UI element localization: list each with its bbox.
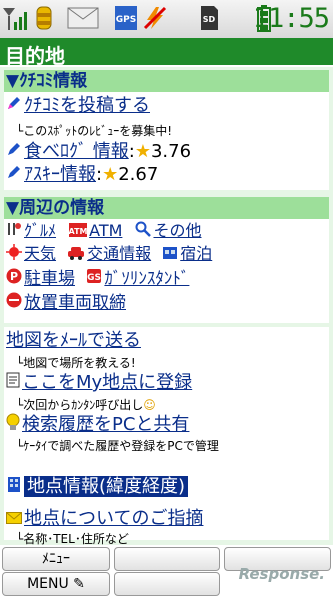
- parking-link[interactable]: 駐車場: [24, 269, 75, 289]
- page-title: 目的地: [5, 44, 65, 68]
- mail-icon: [6, 508, 22, 530]
- svg-text:SD: SD: [203, 15, 216, 24]
- info-row[interactable]: 地点情報(緯度経度): [6, 475, 189, 499]
- ascii-row[interactable]: ｱｽｷｰ情報:★2.67: [6, 164, 158, 186]
- fork-knife-icon: [6, 221, 22, 243]
- pen-icon: ✎: [68, 576, 85, 592]
- post-review-row[interactable]: ｸﾁｺﾐを投稿する: [6, 95, 150, 117]
- svg-text:GPS: GPS: [116, 15, 136, 25]
- signal-antenna-icon: [2, 4, 28, 32]
- pencil-icon: [6, 141, 22, 163]
- nearby-row-2: 天気 交通情報 宿泊: [6, 243, 212, 266]
- illegal-parking-link[interactable]: 放置車両取締: [24, 293, 126, 313]
- status-bar: GPS SD 11:55: [0, 0, 333, 39]
- svg-text:P: P: [10, 270, 18, 283]
- lodging-link[interactable]: 宿泊: [180, 244, 212, 263]
- tabelog-link[interactable]: 食べﾛｸﾞ 情報: [24, 141, 129, 162]
- sun-icon: [6, 243, 22, 266]
- ascii-link[interactable]: ｱｽｷｰ情報: [24, 164, 96, 185]
- my-spot-link[interactable]: ここをMy地点に登録: [22, 372, 192, 393]
- building-icon: [6, 475, 22, 499]
- menu-softkey[interactable]: ﾒﾆｭｰ: [2, 547, 110, 571]
- tabelog-row[interactable]: 食べﾛｸﾞ 情報:★3.76: [6, 141, 191, 163]
- other-link[interactable]: その他: [153, 221, 201, 240]
- mail-map-note: └地図で場所を教える!: [16, 356, 136, 370]
- lighthouse-icon: [34, 4, 54, 32]
- title-bar: 目的地: [0, 38, 333, 68]
- traffic-link[interactable]: 交通情報: [87, 244, 151, 263]
- nearby-row-4: 放置車両取締: [6, 292, 126, 314]
- review-section-heading: ▼ｸﾁｺﾐ情報: [4, 70, 329, 92]
- content-area: ▼ｸﾁｺﾐ情報 ｸﾁｺﾐを投稿する └このｽﾎﾟｯﾄのﾚﾋﾞｭｰを募集中! 食べ…: [0, 67, 333, 546]
- center-bottom-softkey[interactable]: [114, 572, 220, 596]
- lightbulb-icon: [6, 413, 20, 437]
- ascii-score: 2.67: [118, 164, 159, 185]
- history-row[interactable]: 検索履歴をPCと共有: [6, 413, 189, 437]
- gas-station-link[interactable]: ｶﾞｿﾘﾝｽﾀﾝﾄﾞ: [104, 269, 189, 289]
- svg-text:ATM: ATM: [69, 227, 87, 236]
- sd-card-icon: SD: [198, 4, 220, 32]
- magnifier-icon: [135, 221, 152, 243]
- mail-envelope-icon: [66, 4, 100, 32]
- watermark: Response.: [238, 565, 325, 583]
- report-row[interactable]: 地点についてのご指摘: [6, 508, 203, 530]
- gourmet-link[interactable]: ｸﾞﾙﾒ: [24, 221, 56, 240]
- report-link[interactable]: 地点についてのご指摘: [24, 508, 203, 529]
- center-softkey[interactable]: [114, 547, 220, 571]
- atm-link[interactable]: ATM: [89, 221, 122, 240]
- parking-icon: P: [6, 268, 22, 290]
- mail-map-row[interactable]: 地図をﾒｰﾙで送る: [6, 330, 141, 352]
- gps-icon: GPS: [113, 4, 139, 32]
- menu-en-softkey[interactable]: MENU ✎: [2, 572, 110, 596]
- no-flash-icon: [142, 4, 168, 32]
- star-icon: ★: [134, 141, 151, 162]
- mail-map-link[interactable]: 地図をﾒｰﾙで送る: [6, 330, 141, 351]
- nearby-row-1: ｸﾞﾙﾒ ATM ATM その他: [6, 220, 202, 243]
- nearby-row-3: P 駐車場 GS ｶﾞｿﾘﾝｽﾀﾝﾄﾞ: [6, 268, 189, 290]
- atm-icon: ATM: [69, 221, 88, 243]
- nearby-section-heading: ▼周辺の情報: [4, 197, 329, 219]
- post-review-link[interactable]: ｸﾁｺﾐを投稿する: [24, 95, 150, 116]
- hotel-icon: [162, 244, 178, 266]
- pencil-icon: [6, 95, 22, 117]
- info-link[interactable]: 地点情報(緯度経度): [24, 476, 189, 497]
- pencil-icon: [6, 164, 22, 186]
- gas-station-icon: GS: [86, 268, 102, 290]
- history-link[interactable]: 検索履歴をPCと共有: [22, 414, 189, 435]
- my-spot-row[interactable]: ここをMy地点に登録: [6, 372, 192, 394]
- weather-link[interactable]: 天気: [24, 244, 56, 263]
- history-note: └ｹｰﾀｲで調べた履歴や登録をPCで管理: [16, 439, 219, 453]
- star-icon: ★: [102, 164, 119, 185]
- clock: 11:55: [252, 3, 330, 34]
- tabelog-score: 3.76: [150, 141, 192, 162]
- car-icon: [67, 244, 85, 266]
- smile-icon: ☺: [143, 398, 156, 412]
- tow-icon: [6, 292, 22, 314]
- post-review-note: └このｽﾎﾟｯﾄのﾚﾋﾞｭｰを募集中!: [16, 124, 173, 138]
- register-icon: [6, 372, 20, 394]
- svg-text:GS: GS: [87, 273, 101, 283]
